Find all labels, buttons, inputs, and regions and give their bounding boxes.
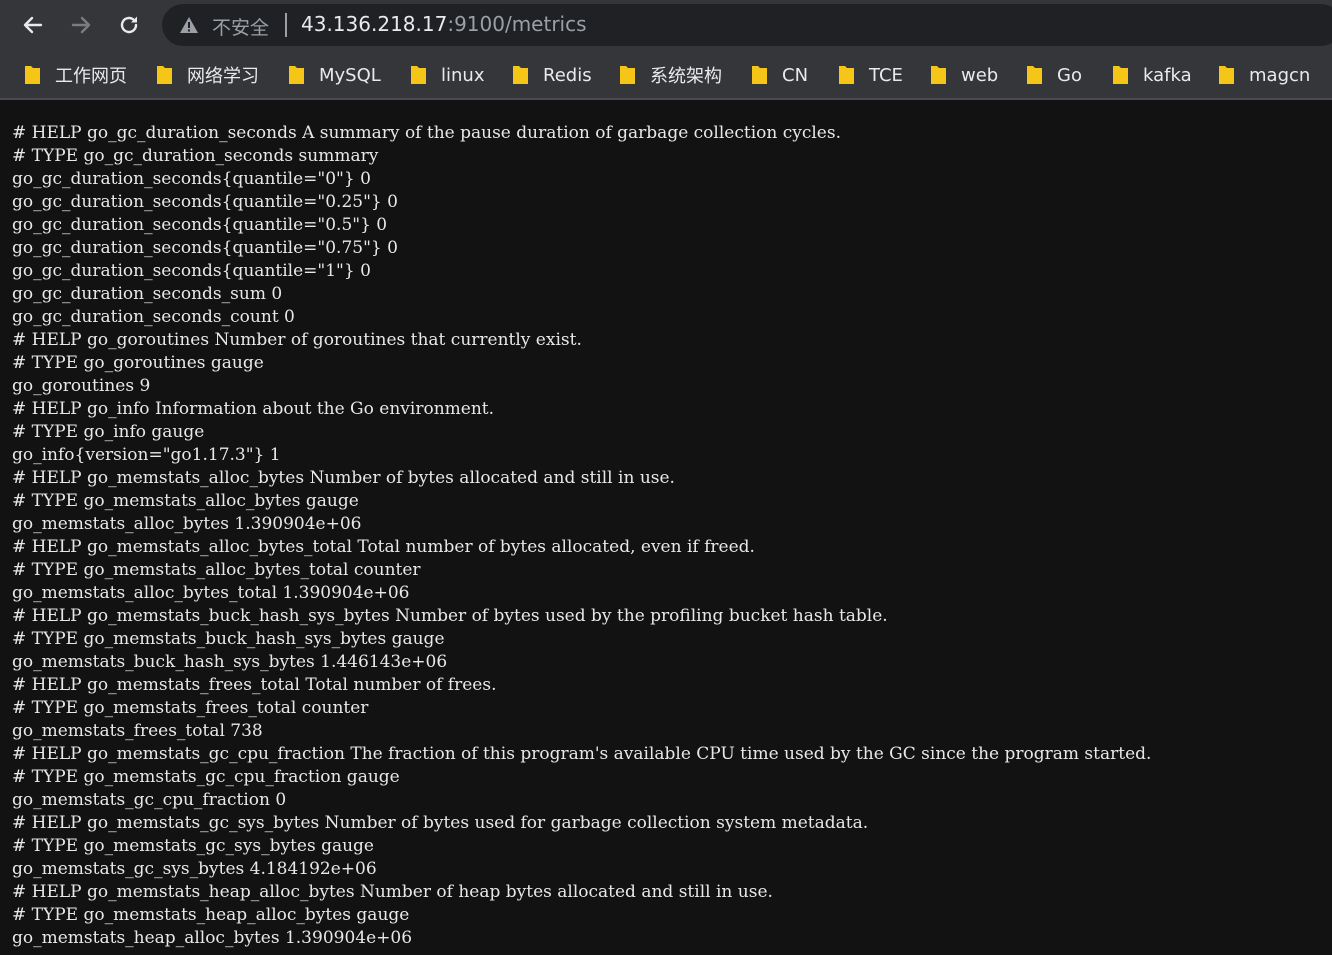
folder-icon [752, 66, 767, 84]
metric-line: go_memstats_gc_sys_bytes 4.184192e+06 [12, 859, 377, 879]
bookmark-label: web [961, 64, 999, 86]
bookmarks-bar: 工作网页 网络学习 MySQL linux Redis 系统架构 CN TCE … [0, 50, 1332, 100]
metric-line: go_memstats_alloc_bytes 1.390904e+06 [12, 514, 362, 534]
bookmark-folder-cn[interactable]: CN [751, 60, 808, 90]
omnibox-divider [285, 13, 287, 37]
metric-line: go_gc_duration_seconds_sum 0 [12, 284, 283, 304]
metric-line: go_gc_duration_seconds{quantile="1"} 0 [12, 261, 371, 281]
folder-icon [157, 66, 172, 84]
metric-line: go_memstats_alloc_bytes_total 1.390904e+… [12, 583, 410, 603]
metric-line: go_memstats_heap_alloc_bytes 1.390904e+0… [12, 928, 413, 948]
bookmark-folder-wangluoxuexi[interactable]: 网络学习 [156, 60, 259, 90]
metric-line: # TYPE go_memstats_alloc_bytes gauge [12, 491, 359, 511]
reload-icon [120, 16, 138, 34]
metric-line: # HELP go_gc_duration_seconds A summary … [12, 123, 841, 143]
bookmark-label: 工作网页 [55, 66, 127, 87]
metric-line: # TYPE go_memstats_buck_hash_sys_bytes g… [12, 629, 445, 649]
bookmark-label: linux [441, 64, 485, 86]
metric-line: # TYPE go_memstats_gc_sys_bytes gauge [12, 836, 374, 856]
bookmark-label: 系统架构 [650, 66, 722, 87]
bookmark-folder-gongzuowangye[interactable]: 工作网页 [24, 60, 127, 90]
bookmark-label: TCE [869, 64, 903, 86]
bookmark-folder-linux[interactable]: linux [410, 60, 484, 90]
metric-line: # HELP go_memstats_gc_cpu_fraction The f… [12, 744, 1152, 764]
metric-line: go_gc_duration_seconds_count 0 [12, 307, 295, 327]
metric-line: # HELP go_memstats_heap_alloc_bytes Numb… [12, 882, 773, 902]
back-button[interactable] [17, 9, 49, 41]
bookmark-label: CN [782, 64, 809, 86]
bookmark-label: kafka [1143, 64, 1192, 86]
url-host: 43.136.218.17 [301, 12, 448, 36]
metric-line: go_gc_duration_seconds{quantile="0.25"} … [12, 192, 398, 212]
folder-icon [620, 66, 635, 84]
metric-line: go_goroutines 9 [12, 376, 151, 396]
metric-line: go_info{version="go1.17.3"} 1 [12, 445, 281, 465]
metric-line: # HELP go_goroutines Number of goroutine… [12, 330, 582, 350]
folder-icon [289, 66, 304, 84]
address-bar[interactable]: 不安全 43.136.218.17:9100/metrics [162, 4, 1332, 46]
warning-triangle-icon[interactable] [179, 16, 199, 34]
metric-line: go_memstats_gc_cpu_fraction 0 [12, 790, 287, 810]
reload-button[interactable] [113, 9, 145, 41]
bookmark-folder-xitongjiagou[interactable]: 系统架构 [619, 60, 722, 90]
url-path: :9100/metrics [447, 12, 587, 36]
metric-line: # HELP go_memstats_buck_hash_sys_bytes N… [12, 606, 888, 626]
bookmark-label: 网络学习 [187, 66, 259, 87]
folder-icon [513, 66, 528, 84]
folder-icon [1027, 66, 1042, 84]
folder-icon [25, 66, 40, 84]
metric-line: # TYPE go_memstats_alloc_bytes_total cou… [12, 560, 421, 580]
metric-line: go_gc_duration_seconds{quantile="0"} 0 [12, 169, 371, 189]
bookmark-folder-magcn[interactable]: magcn [1218, 60, 1310, 90]
bookmark-folder-redis[interactable]: Redis [512, 60, 592, 90]
metric-line: # HELP go_memstats_frees_total Total num… [12, 675, 497, 695]
metric-line: # TYPE go_memstats_gc_cpu_fraction gauge [12, 767, 400, 787]
metrics-text: # HELP go_gc_duration_seconds A summary … [12, 122, 1151, 950]
metric-line: # TYPE go_info gauge [12, 422, 205, 442]
metric-line: go_gc_duration_seconds{quantile="0.75"} … [12, 238, 398, 258]
bookmark-folder-go[interactable]: Go [1026, 60, 1082, 90]
folder-icon [411, 66, 426, 84]
url-text[interactable]: 43.136.218.17:9100/metrics [301, 12, 587, 36]
metric-line: # HELP go_memstats_alloc_bytes_total Tot… [12, 537, 755, 557]
bookmark-label: Redis [543, 64, 592, 86]
metric-line: # TYPE go_memstats_frees_total counter [12, 698, 369, 718]
bookmark-folder-mysql[interactable]: MySQL [288, 60, 381, 90]
forward-button[interactable] [65, 9, 97, 41]
bookmark-label: MySQL [319, 64, 381, 86]
metric-line: go_memstats_buck_hash_sys_bytes 1.446143… [12, 652, 448, 672]
metric-line: # HELP go_memstats_gc_sys_bytes Number o… [12, 813, 869, 833]
metric-line: # TYPE go_goroutines gauge [12, 353, 264, 373]
bookmark-folder-web[interactable]: web [930, 60, 998, 90]
bookmark-folder-tce[interactable]: TCE [838, 60, 903, 90]
metric-line: # TYPE go_gc_duration_seconds summary [12, 146, 379, 166]
metric-line: # HELP go_info Information about the Go … [12, 399, 495, 419]
folder-icon [839, 66, 854, 84]
arrow-left-icon [23, 16, 43, 34]
folder-icon [1219, 66, 1234, 84]
bookmark-folder-kafka[interactable]: kafka [1112, 60, 1192, 90]
metric-line: # TYPE go_memstats_heap_alloc_bytes gaug… [12, 905, 410, 925]
page-content: # HELP go_gc_duration_seconds A summary … [0, 100, 1332, 955]
folder-icon [931, 66, 946, 84]
security-status-label[interactable]: 不安全 [212, 13, 269, 40]
arrow-right-icon [71, 16, 91, 34]
metric-line: # HELP go_memstats_alloc_bytes Number of… [12, 468, 675, 488]
metric-line: go_gc_duration_seconds{quantile="0.5"} 0 [12, 215, 388, 235]
bookmark-label: Go [1057, 64, 1082, 86]
bookmark-label: magcn [1249, 64, 1311, 86]
folder-icon [1113, 66, 1128, 84]
metric-line: go_memstats_frees_total 738 [12, 721, 263, 741]
browser-toolbar: 不安全 43.136.218.17:9100/metrics [0, 0, 1332, 50]
